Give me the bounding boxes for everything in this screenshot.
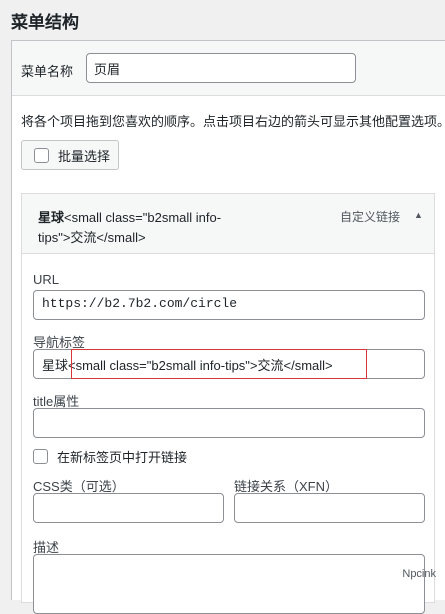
xfn-input[interactable] — [234, 493, 425, 523]
menu-item-title-line2: tips">交流</small> — [38, 228, 268, 248]
new-tab-row: 在新标签页中打开链接 — [33, 447, 187, 466]
menu-item: 星球<small class="b2small info- tips">交流</… — [21, 193, 435, 603]
menu-item-settings: URL https://b2.7b2.com/circle 导航标签 星球<sm… — [22, 254, 434, 604]
new-tab-checkbox[interactable] — [33, 449, 48, 464]
menu-item-toggle-arrow-icon[interactable]: ▲ — [414, 210, 423, 220]
nav-label-prefix: 星球 — [42, 358, 68, 373]
url-label: URL — [33, 272, 59, 287]
description-textarea[interactable] — [33, 554, 425, 614]
bulk-select-checkbox[interactable] — [34, 148, 49, 163]
page-title: 菜单结构 — [11, 8, 79, 33]
menu-name-label: 菜单名称 — [21, 61, 73, 80]
bulk-select-button[interactable]: 批量选择 — [21, 140, 119, 170]
nav-label-highlight — [71, 349, 367, 379]
title-attr-input[interactable] — [33, 408, 425, 438]
css-class-input[interactable] — [33, 493, 224, 523]
menu-item-type: 自定义链接 — [340, 208, 400, 225]
menu-item-title-rest: <small class="b2small info- — [64, 210, 221, 225]
instructions-text: 将各个项目拖到您喜欢的顺序。点击项目右边的箭头可显示其他配置选项。 — [21, 111, 445, 130]
menu-name-input[interactable]: 页眉 — [86, 53, 356, 83]
watermark: Npcink — [402, 568, 436, 580]
bulk-select-label: 批量选择 — [58, 146, 110, 165]
menu-item-header[interactable]: 星球<small class="b2small info- tips">交流</… — [22, 194, 434, 254]
menu-structure-panel: 菜单名称 页眉 将各个项目拖到您喜欢的顺序。点击项目右边的箭头可显示其他配置选项… — [11, 40, 445, 600]
menu-item-title: 星球<small class="b2small info- tips">交流</… — [38, 208, 268, 248]
menu-name-row: 菜单名称 页眉 — [12, 41, 445, 96]
menu-item-title-bold: 星球 — [38, 210, 64, 225]
url-input[interactable]: https://b2.7b2.com/circle — [33, 290, 425, 320]
new-tab-label: 在新标签页中打开链接 — [57, 447, 187, 466]
